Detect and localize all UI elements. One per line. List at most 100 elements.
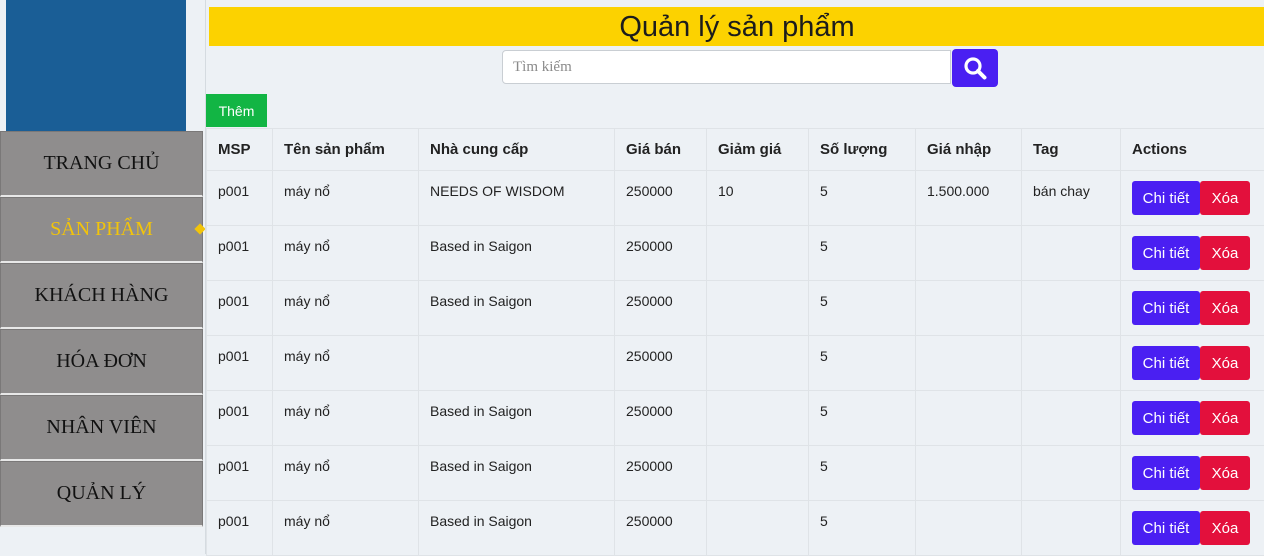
delete-button[interactable]: Xóa xyxy=(1200,291,1250,325)
cell-price: 250000 xyxy=(615,226,707,281)
cell-actions: Chi tiếtXóa xyxy=(1121,171,1264,226)
table-row: p001 máy nổ NEEDS OF WISDOM 250000 10 5 … xyxy=(207,171,1264,226)
cell-tag xyxy=(1022,446,1121,501)
detail-button[interactable]: Chi tiết xyxy=(1132,511,1200,545)
active-indicator-icon xyxy=(194,223,205,234)
cell-msp: p001 xyxy=(207,391,273,446)
cell-import-price xyxy=(916,336,1022,391)
detail-button[interactable]: Chi tiết xyxy=(1132,401,1200,435)
column-header: Tag xyxy=(1022,129,1121,171)
sidebar-item-label: HÓA ĐƠN xyxy=(56,350,147,373)
sidebar-item-nhan-vien[interactable]: NHÂN VIÊN xyxy=(0,395,203,461)
column-header: Actions xyxy=(1121,129,1264,171)
delete-button[interactable]: Xóa xyxy=(1200,456,1250,490)
sidebar-item-khach-hang[interactable]: KHÁCH HÀNG xyxy=(0,263,203,329)
main-content: Quản lý sản phẩm Thêm MSP Tên sản phẩm N… xyxy=(205,0,1264,554)
cell-supplier: Based in Saigon xyxy=(419,446,615,501)
cell-import-price xyxy=(916,281,1022,336)
delete-button[interactable]: Xóa xyxy=(1200,346,1250,380)
cell-msp: p001 xyxy=(207,226,273,281)
cell-tag xyxy=(1022,391,1121,446)
table-row: p001 máy nổ Based in Saigon 250000 5 Chi… xyxy=(207,501,1264,556)
column-header: Số lượng xyxy=(809,129,916,171)
delete-button[interactable]: Xóa xyxy=(1200,181,1250,215)
delete-button[interactable]: Xóa xyxy=(1200,236,1250,270)
cell-msp: p001 xyxy=(207,171,273,226)
cell-name: máy nổ xyxy=(273,336,419,391)
cell-quantity: 5 xyxy=(809,171,916,226)
cell-tag xyxy=(1022,226,1121,281)
cell-import-price xyxy=(916,501,1022,556)
search-button[interactable] xyxy=(952,49,998,87)
table-row: p001 máy nổ Based in Saigon 250000 5 Chi… xyxy=(207,391,1264,446)
cell-discount: 10 xyxy=(707,171,809,226)
table-row: p001 máy nổ 250000 5 Chi tiếtXóa xyxy=(207,336,1264,391)
cell-discount xyxy=(707,336,809,391)
cell-price: 250000 xyxy=(615,446,707,501)
sidebar-item-quan-ly[interactable]: QUẢN LÝ xyxy=(0,461,203,527)
sidebar-nav: TRANG CHỦ SẢN PHẨM KHÁCH HÀNG HÓA ĐƠN NH… xyxy=(0,131,205,527)
delete-button[interactable]: Xóa xyxy=(1200,511,1250,545)
table-row: p001 máy nổ Based in Saigon 250000 5 Chi… xyxy=(207,281,1264,336)
add-product-button[interactable]: Thêm xyxy=(206,94,267,127)
column-header: Nhà cung cấp xyxy=(419,129,615,171)
cell-quantity: 5 xyxy=(809,281,916,336)
cell-actions: Chi tiếtXóa xyxy=(1121,501,1264,556)
sidebar-item-san-pham[interactable]: SẢN PHẨM xyxy=(0,197,203,263)
cell-name: máy nổ xyxy=(273,446,419,501)
cell-name: máy nổ xyxy=(273,281,419,336)
cell-actions: Chi tiếtXóa xyxy=(1121,336,1264,391)
detail-button[interactable]: Chi tiết xyxy=(1132,456,1200,490)
sidebar-item-label: QUẢN LÝ xyxy=(57,482,146,505)
cell-quantity: 5 xyxy=(809,336,916,391)
cell-discount xyxy=(707,281,809,336)
cell-quantity: 5 xyxy=(809,226,916,281)
column-header: Giá bán xyxy=(615,129,707,171)
cell-quantity: 5 xyxy=(809,391,916,446)
sidebar-item-label: TRANG CHỦ xyxy=(43,152,159,175)
cell-import-price: 1.500.000 xyxy=(916,171,1022,226)
cell-discount xyxy=(707,446,809,501)
column-header: MSP xyxy=(207,129,273,171)
cell-supplier: Based in Saigon xyxy=(419,281,615,336)
cell-import-price xyxy=(916,226,1022,281)
cell-supplier: NEEDS OF WISDOM xyxy=(419,171,615,226)
detail-button[interactable]: Chi tiết xyxy=(1132,236,1200,270)
cell-actions: Chi tiếtXóa xyxy=(1121,281,1264,336)
detail-button[interactable]: Chi tiết xyxy=(1132,181,1200,215)
cell-name: máy nổ xyxy=(273,391,419,446)
column-header: Giảm giá xyxy=(707,129,809,171)
cell-discount xyxy=(707,226,809,281)
sidebar-item-label: NHÂN VIÊN xyxy=(46,416,156,439)
delete-button[interactable]: Xóa xyxy=(1200,401,1250,435)
cell-price: 250000 xyxy=(615,501,707,556)
sidebar-item-trang-chu[interactable]: TRANG CHỦ xyxy=(0,131,203,197)
cell-price: 250000 xyxy=(615,171,707,226)
cell-actions: Chi tiếtXóa xyxy=(1121,226,1264,281)
table-row: p001 máy nổ Based in Saigon 250000 5 Chi… xyxy=(207,226,1264,281)
sidebar-item-hoa-don[interactable]: HÓA ĐƠN xyxy=(0,329,203,395)
cell-price: 250000 xyxy=(615,281,707,336)
cell-actions: Chi tiếtXóa xyxy=(1121,446,1264,501)
sidebar-item-label: KHÁCH HÀNG xyxy=(35,284,169,307)
cell-supplier: Based in Saigon xyxy=(419,226,615,281)
detail-button[interactable]: Chi tiết xyxy=(1132,346,1200,380)
search-input[interactable] xyxy=(502,50,951,84)
cell-discount xyxy=(707,391,809,446)
products-table: MSP Tên sản phẩm Nhà cung cấp Giá bán Gi… xyxy=(206,128,1264,556)
cell-name: máy nổ xyxy=(273,171,419,226)
cell-price: 250000 xyxy=(615,391,707,446)
cell-supplier: Based in Saigon xyxy=(419,391,615,446)
detail-button[interactable]: Chi tiết xyxy=(1132,291,1200,325)
cell-msp: p001 xyxy=(207,281,273,336)
cell-supplier xyxy=(419,336,615,391)
cell-import-price xyxy=(916,446,1022,501)
cell-discount xyxy=(707,501,809,556)
cell-tag: bán chay xyxy=(1022,171,1121,226)
cell-tag xyxy=(1022,336,1121,391)
column-header: Giá nhập xyxy=(916,129,1022,171)
cell-tag xyxy=(1022,501,1121,556)
column-header: Tên sản phẩm xyxy=(273,129,419,171)
cell-price: 250000 xyxy=(615,336,707,391)
page-title: Quản lý sản phẩm xyxy=(209,7,1264,46)
